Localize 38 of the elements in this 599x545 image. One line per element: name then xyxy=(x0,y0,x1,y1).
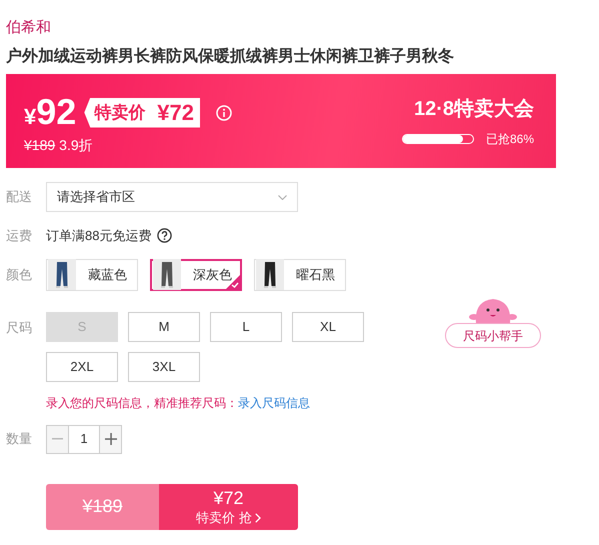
size-hint: 录入您的尺码信息，精准推荐尺码：录入尺码信息 xyxy=(46,394,310,412)
size-label: 尺码 xyxy=(6,318,33,336)
event-title: 12·8特卖大会 xyxy=(414,97,534,122)
size-info-link[interactable]: 录入尺码信息 xyxy=(238,396,310,410)
size-option[interactable]: L xyxy=(210,312,282,342)
size-helper-button[interactable]: 尺码小帮手 xyxy=(445,323,541,348)
currency-symbol: ¥ xyxy=(24,103,36,131)
delivery-label: 配送 xyxy=(6,188,33,206)
original-price: ¥189 xyxy=(24,136,56,155)
size-option[interactable]: XL xyxy=(292,312,364,342)
color-option[interactable]: 曜石黑 xyxy=(254,258,346,290)
size-option[interactable]: 3XL xyxy=(128,352,200,382)
plus-icon xyxy=(104,433,116,445)
brand-name[interactable]: 伯希和 xyxy=(6,18,51,38)
quantity-label: 数量 xyxy=(6,430,33,448)
buy-price: ¥72 xyxy=(213,487,244,510)
address-select[interactable]: 请选择省市区 xyxy=(46,182,298,212)
size-option[interactable]: M xyxy=(128,312,200,342)
info-icon[interactable] xyxy=(216,104,232,120)
tag-price: ¥72 xyxy=(157,99,194,127)
sold-percentage: 已抢86% xyxy=(486,131,534,148)
color-option[interactable]: 藏蓝色 xyxy=(46,258,138,290)
minus-icon xyxy=(52,438,63,440)
chevron-down-icon xyxy=(278,194,287,200)
tag-label: 特卖价 xyxy=(93,102,146,124)
shipping-label: 运费 xyxy=(6,227,33,245)
chevron-right-icon xyxy=(254,512,261,523)
color-option[interactable]: 深灰色 xyxy=(150,258,242,290)
product-title: 户外加绒运动裤男长裤防风保暖抓绒裤男士休闲裤卫裤子男秋冬 xyxy=(6,47,454,67)
color-label: 颜色 xyxy=(6,266,33,284)
discount: 3.9折 xyxy=(59,136,93,155)
buy-button[interactable]: ¥72 特卖价 抢 xyxy=(159,484,298,530)
shipping-info: 订单满88元免运费 xyxy=(46,227,152,245)
help-icon[interactable] xyxy=(157,228,172,244)
size-option[interactable]: 2XL xyxy=(46,352,118,382)
buy-action: 特卖价 抢 xyxy=(196,510,252,526)
increase-button[interactable] xyxy=(99,424,122,454)
promo-price: 92 xyxy=(36,92,76,132)
